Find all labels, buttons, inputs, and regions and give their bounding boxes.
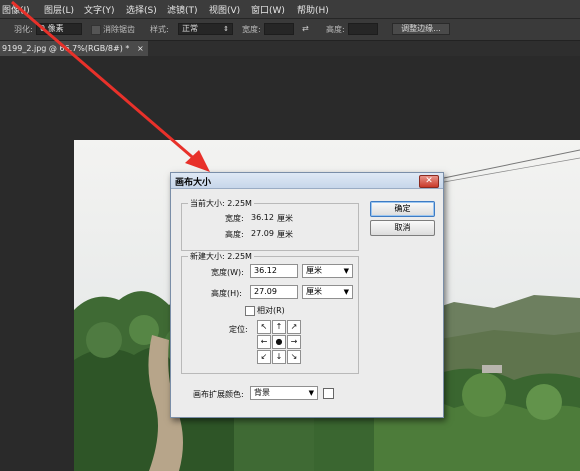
anchor-top[interactable]: ↑ [272,320,286,334]
new-height-unit: 厘米 [306,287,322,296]
relative-label: 相对(R) [257,306,285,315]
new-width-input[interactable]: 36.12 [250,264,298,278]
new-height-unit-select[interactable]: 厘米 ▼ [302,285,353,299]
anchor-top-left[interactable]: ↖ [257,320,271,334]
chevron-down-icon: ▼ [343,288,349,296]
cancel-button[interactable]: 取消 [370,220,435,236]
current-height-unit: 厘米 [277,230,293,239]
anchor-bottom[interactable]: ↓ [272,350,286,364]
current-size-label: 当前大小: 2.25M [188,198,254,209]
anchor-right[interactable]: → [287,335,301,349]
new-width-unit: 厘米 [306,266,322,275]
current-height-value: 27.09 [251,229,274,238]
anchor-bottom-left[interactable]: ↙ [257,350,271,364]
ok-button[interactable]: 确定 [370,201,435,217]
new-size-label: 新建大小: 2.25M [188,251,254,262]
anchor-bottom-right[interactable]: ↘ [287,350,301,364]
current-height-label: 高度: [225,230,244,239]
extension-color-label: 画布扩展颜色: [193,390,244,399]
chevron-down-icon: ▼ [308,389,314,397]
extension-color-value: 背景 [254,388,270,397]
anchor-grid: ↖ ↑ ↗ ← ● → ↙ ↓ ↘ [257,320,302,365]
new-width-label: 宽度(W): [211,268,244,277]
dialog-title-bar: 画布大小 ✕ [171,173,443,189]
anchor-center[interactable]: ● [272,335,286,349]
anchor-left[interactable]: ← [257,335,271,349]
canvas-size-dialog: 画布大小 ✕ 当前大小: 2.25M 宽度: 36.12 厘米 高度: 27.0… [170,172,444,418]
new-height-label: 高度(H): [211,289,242,298]
dialog-title: 画布大小 [175,178,212,188]
current-width-value: 36.12 [251,213,274,222]
chevron-down-icon: ▼ [343,267,349,275]
anchor-top-right[interactable]: ↗ [287,320,301,334]
extension-color-select[interactable]: 背景 ▼ [250,386,318,400]
relative-checkbox[interactable] [245,306,255,316]
anchor-label: 定位: [229,325,248,334]
current-width-label: 宽度: [225,214,244,223]
current-width-unit: 厘米 [277,214,293,223]
new-width-unit-select[interactable]: 厘米 ▼ [302,264,353,278]
close-icon[interactable]: ✕ [419,175,439,188]
new-height-input[interactable]: 27.09 [250,285,298,299]
current-size-group: 当前大小: 2.25M [181,198,359,251]
extension-color-swatch[interactable] [323,388,334,399]
